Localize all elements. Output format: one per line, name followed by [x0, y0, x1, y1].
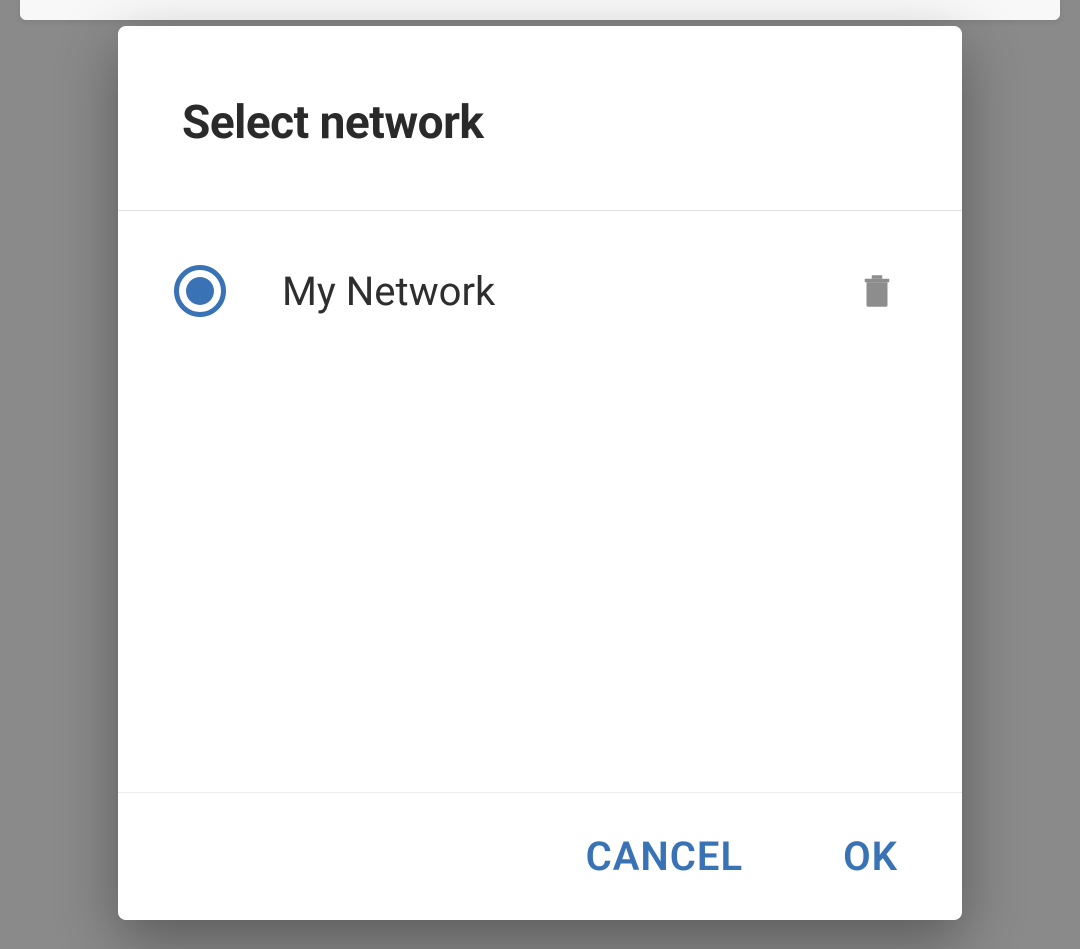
radio-inner-dot	[186, 277, 214, 305]
trash-icon[interactable]	[856, 265, 898, 317]
background-card	[20, 0, 1060, 20]
network-row[interactable]: My Network	[166, 251, 914, 331]
cancel-button[interactable]: CANCEL	[586, 833, 743, 880]
dialog-footer: CANCEL OK	[118, 792, 962, 920]
radio-selected-icon[interactable]	[174, 265, 226, 317]
network-name-label: My Network	[282, 268, 856, 315]
dialog-title: Select network	[182, 96, 898, 150]
ok-button[interactable]: OK	[843, 833, 898, 880]
dialog-header: Select network	[118, 26, 962, 211]
dialog-body: My Network	[118, 211, 962, 792]
select-network-dialog: Select network My Network CANCEL OK	[118, 26, 962, 920]
